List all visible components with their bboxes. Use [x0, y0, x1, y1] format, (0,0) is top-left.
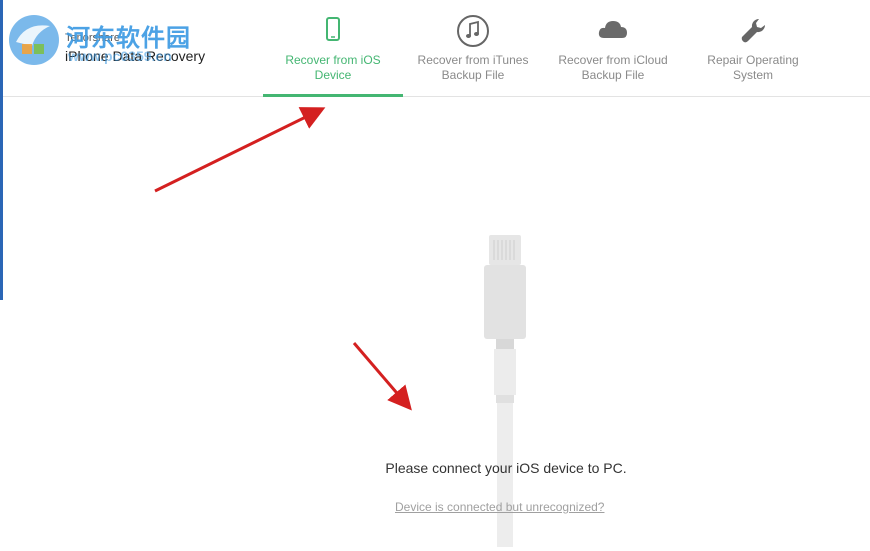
device-unrecognized-link[interactable]: Device is connected but unrecognized? — [395, 500, 604, 514]
mode-tabs: Recover from iOS Device Recover from iTu… — [263, 0, 823, 97]
tab-recover-ios-device[interactable]: Recover from iOS Device — [263, 0, 403, 97]
tab-label: Recover from iCloud Backup File — [558, 53, 668, 82]
tab-recover-icloud-backup[interactable]: Recover from iCloud Backup File — [543, 0, 683, 96]
connect-prompt: Please connect your iOS device to PC. — [385, 460, 627, 476]
watermark-logo — [9, 15, 59, 65]
cloud-icon — [598, 21, 627, 38]
tab-repair-operating-system[interactable]: Repair Operating System — [683, 0, 823, 96]
tab-label: Recover from iTunes Backup File — [417, 53, 529, 82]
tab-label: Repair Operating System — [707, 53, 799, 82]
connect-device-panel: Please connect your iOS device to PC. De… — [3, 97, 870, 551]
watermark-url: www.pc0359.cn — [68, 48, 172, 64]
tab-label: Recover from iOS Device — [285, 53, 381, 82]
site-watermark: 河东软件园 www.pc0359.cn — [4, 8, 224, 72]
wrench-icon — [741, 18, 766, 43]
phone-icon — [326, 17, 340, 41]
music-note-icon — [457, 15, 489, 47]
tab-recover-itunes-backup[interactable]: Recover from iTunes Backup File — [403, 0, 543, 96]
